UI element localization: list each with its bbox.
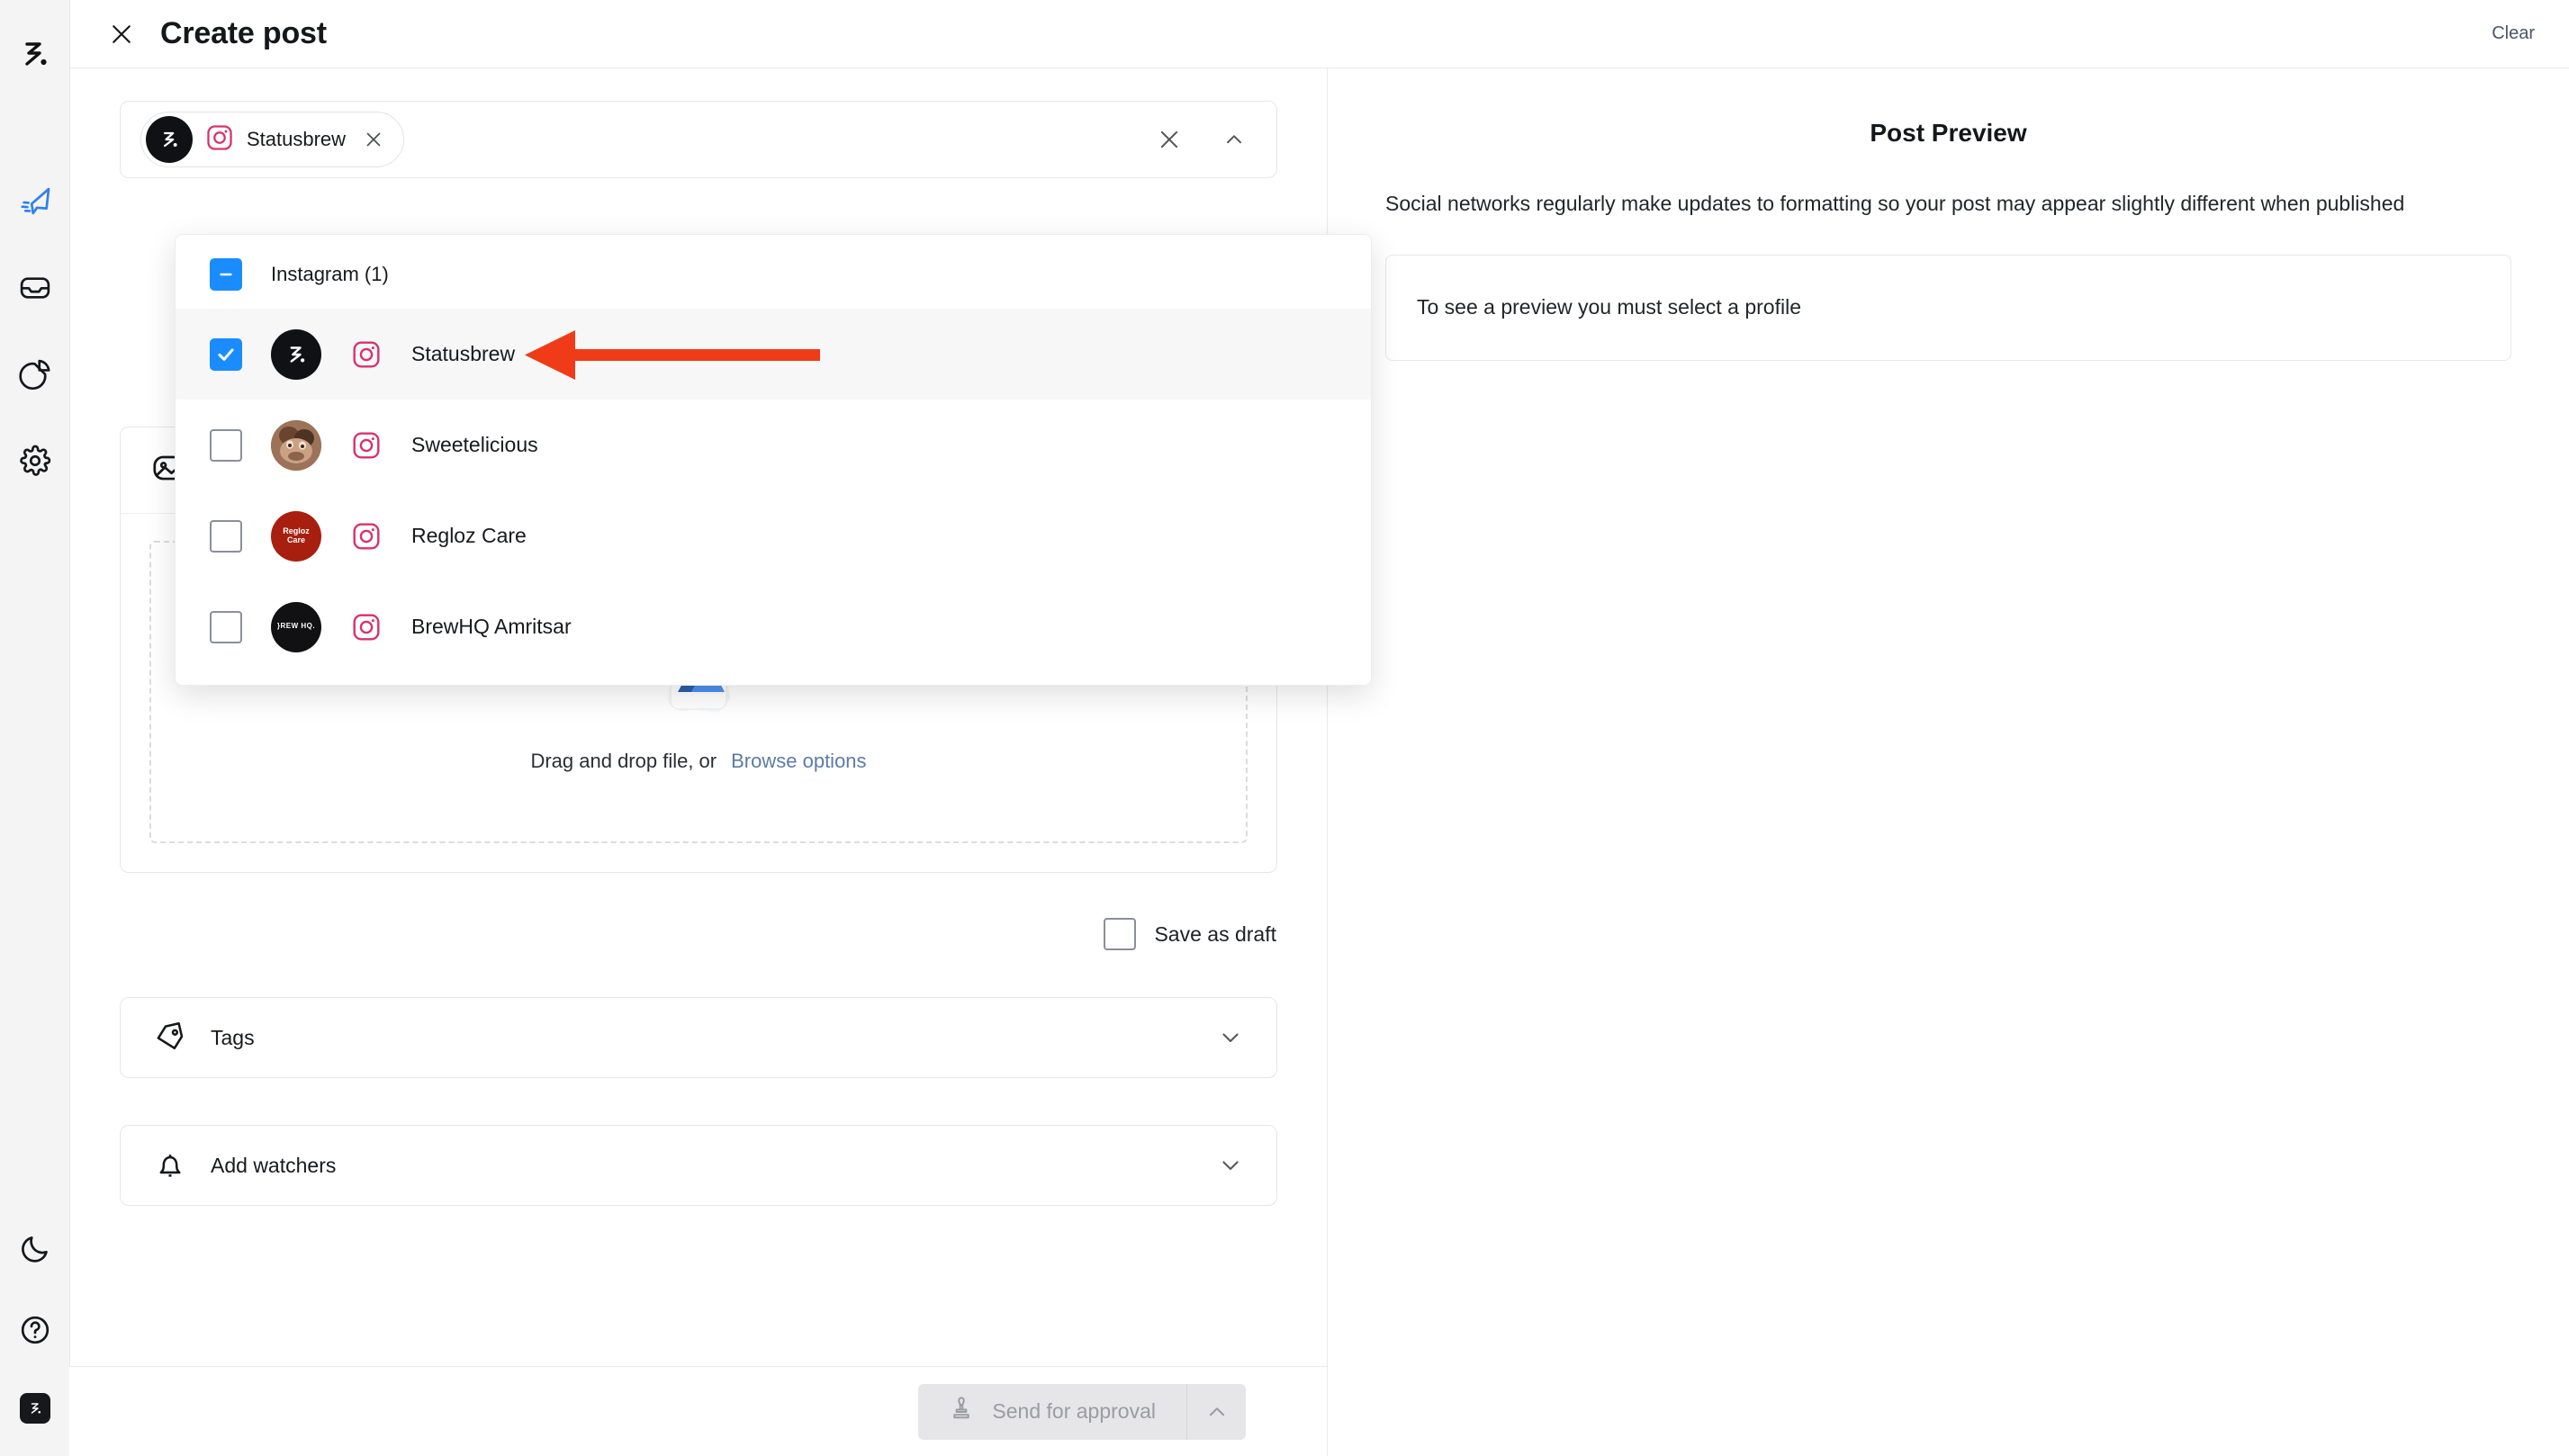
- chevron-down-icon[interactable]: [1217, 1152, 1244, 1179]
- dropdown-group-label: Instagram (1): [271, 263, 389, 285]
- profile-checkbox[interactable]: [210, 428, 242, 462]
- avatar: Regloz Care: [271, 510, 321, 562]
- instagram-icon: [350, 611, 383, 643]
- send-options-chevron-up-icon[interactable]: [1186, 1383, 1246, 1440]
- statusbrew-logo-icon[interactable]: [15, 34, 55, 74]
- profile-checkbox[interactable]: [210, 337, 242, 371]
- selected-profile-chip[interactable]: Statusbrew: [140, 112, 405, 167]
- dropdown-group-instagram[interactable]: Instagram (1): [176, 240, 1371, 309]
- profile-selector-card: Statusbrew: [120, 101, 1277, 178]
- sidebar-item-inbox[interactable]: [17, 270, 53, 306]
- form-footer: Send for approval: [69, 1366, 1327, 1456]
- rail-nav-list: [17, 184, 53, 479]
- group-checkbox-instagram[interactable]: [210, 258, 242, 291]
- avatar-initials: Regloz Care: [283, 526, 310, 544]
- profile-checkbox[interactable]: [210, 610, 242, 643]
- profile-name: Statusbrew: [411, 342, 516, 365]
- page-title: Create post: [160, 16, 327, 50]
- page-topbar: Create post Clear: [70, 0, 2569, 68]
- send-for-approval-button[interactable]: Send for approval: [918, 1383, 1186, 1440]
- instagram-icon: [350, 520, 383, 553]
- save-as-draft-row[interactable]: Save as draft: [70, 918, 1276, 950]
- help-icon[interactable]: [17, 1312, 53, 1348]
- list-item[interactable]: Sweetelicious: [176, 400, 1371, 490]
- list-item[interactable]: Regloz Care Regloz Care: [176, 490, 1371, 581]
- accordion-tags-label: Tags: [211, 1025, 255, 1049]
- main-region: Create post Clear Statusbrew Instagram (…: [69, 0, 2569, 1456]
- avatar: [146, 116, 193, 163]
- profile-selector-bar[interactable]: Statusbrew: [121, 102, 1276, 177]
- dark-mode-icon[interactable]: [17, 1231, 53, 1267]
- preview-note: Social networks regularly make updates t…: [1385, 192, 2405, 215]
- user-avatar[interactable]: [20, 1393, 50, 1424]
- tag-icon: [153, 1020, 187, 1055]
- bell-icon: [153, 1148, 187, 1182]
- accordion-watchers-label: Add watchers: [211, 1153, 337, 1177]
- list-item[interactable]: Statusbrew: [176, 309, 1371, 400]
- accordion-add-watchers[interactable]: Add watchers: [120, 1125, 1277, 1206]
- profile-name: Sweetelicious: [411, 433, 538, 456]
- remove-profile-icon[interactable]: [362, 128, 385, 151]
- dropzone-text-row: Drag and drop file, or Browse options: [530, 750, 866, 773]
- chevron-down-icon[interactable]: [1217, 1024, 1244, 1051]
- post-form-column: Statusbrew Instagram (1) Statusbrew Swee…: [69, 68, 1372, 1456]
- preview-title: Post Preview: [1870, 119, 2027, 147]
- sidebar-item-publish[interactable]: [17, 184, 53, 220]
- stamp-icon: [949, 1396, 974, 1427]
- avatar: }REW HQ.: [271, 601, 321, 652]
- browse-options-link[interactable]: Browse options: [731, 750, 866, 773]
- profile-dropdown-panel: Instagram (1) Statusbrew Sweetelicious R…: [175, 234, 1372, 686]
- instagram-icon: [350, 429, 383, 462]
- avatar: [271, 419, 321, 471]
- chip-profile-name: Statusbrew: [247, 128, 347, 150]
- clear-all-profiles-icon[interactable]: [1156, 126, 1183, 153]
- save-as-draft-label: Save as draft: [1154, 921, 1276, 946]
- chevron-up-icon[interactable]: [1221, 126, 1248, 153]
- left-nav-rail: [0, 0, 70, 1456]
- sidebar-item-analytics[interactable]: [17, 356, 53, 392]
- clear-button[interactable]: Clear: [2492, 23, 2542, 44]
- profile-checkbox[interactable]: [210, 519, 242, 553]
- profile-name: Regloz Care: [411, 524, 527, 547]
- avatar-initials: }REW HQ.: [276, 622, 316, 631]
- sidebar-item-settings[interactable]: [17, 443, 53, 479]
- accordion-tags[interactable]: Tags: [120, 997, 1277, 1078]
- avatar: [271, 328, 321, 380]
- send-button-group: Send for approval: [918, 1383, 1246, 1440]
- content-body: Statusbrew Instagram (1) Statusbrew Swee…: [69, 68, 2569, 1456]
- profile-bar-actions: [1156, 126, 1257, 153]
- send-for-approval-label: Send for approval: [992, 1399, 1156, 1423]
- save-as-draft-checkbox[interactable]: [1104, 918, 1137, 950]
- app-root: Create post Clear Statusbrew Instagram (…: [0, 0, 2569, 1456]
- list-item[interactable]: }REW HQ. BrewHQ Amritsar: [176, 581, 1371, 672]
- instagram-icon: [205, 123, 234, 157]
- rail-bottom-group: [0, 1231, 70, 1424]
- preview-empty-text: To see a preview you must select a profi…: [1417, 295, 1801, 319]
- close-icon[interactable]: [106, 19, 137, 49]
- preview-empty-box: To see a preview you must select a profi…: [1385, 254, 2511, 361]
- post-preview-column: Post Preview Social networks regularly m…: [1328, 68, 2569, 1456]
- profile-name: BrewHQ Amritsar: [411, 615, 572, 638]
- instagram-icon: [350, 338, 383, 371]
- dropzone-label: Drag and drop file, or: [530, 750, 717, 772]
